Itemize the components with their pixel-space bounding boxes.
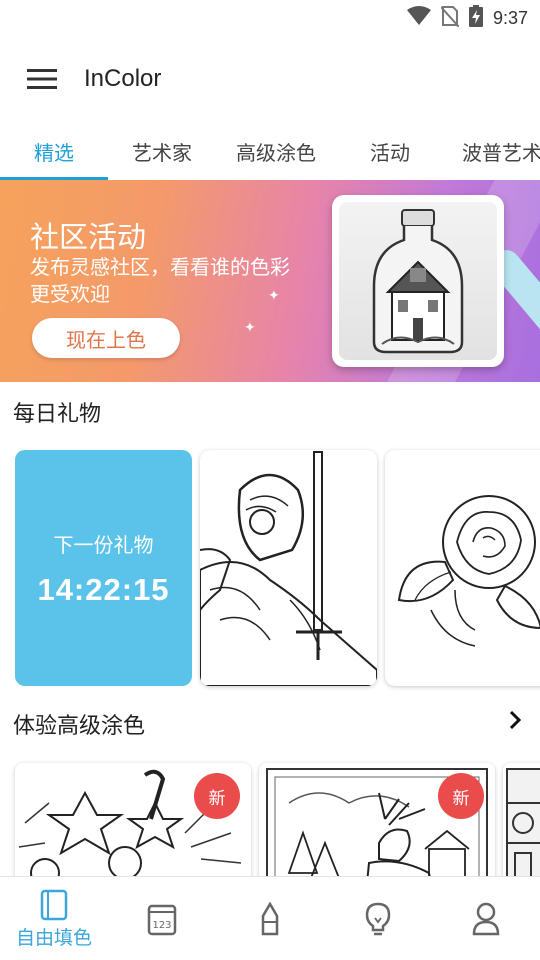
tab-artists[interactable]: 艺术家 xyxy=(108,122,216,180)
gift-artwork-rose[interactable] xyxy=(385,450,540,686)
number-book-icon: 123 xyxy=(147,904,177,936)
banner-subtitle: 发布灵感社区，看看谁的色彩更受欢迎 xyxy=(30,255,290,306)
nav-profile[interactable] xyxy=(432,877,540,960)
svg-text:123: 123 xyxy=(152,920,171,931)
next-gift-label: 下一份礼物 xyxy=(53,532,154,557)
category-tabs: 精选 艺术家 高级涂色 活动 波普艺术 xyxy=(0,122,540,180)
daily-gift-title: 每日礼物 xyxy=(13,402,102,427)
tab-premium-coloring[interactable]: 高级涂色 xyxy=(216,122,336,180)
bottom-navigation: 自由填色 123 xyxy=(0,876,540,960)
nav-free-coloring-label: 自由填色 xyxy=(15,926,92,949)
premium-section-title: 体验高级涂色 xyxy=(13,714,146,739)
next-gift-countdown[interactable]: 下一份礼物 14:22:15 xyxy=(15,450,192,686)
community-event-banner[interactable]: 社区活动 发布灵感社区，看看谁的色彩更受欢迎 现在上色 ✦ ✦ ✦ xyxy=(0,180,540,382)
app-title: InColor xyxy=(84,65,162,92)
app-bar: InColor xyxy=(0,36,540,122)
clock: 9:37 xyxy=(492,7,528,28)
knight-illustration xyxy=(200,451,377,686)
house-in-bottle-illustration xyxy=(372,209,464,354)
gift-artwork-knight[interactable] xyxy=(200,450,377,686)
wifi-icon xyxy=(406,6,431,30)
new-badge: 新 xyxy=(194,773,240,819)
crayon-icon xyxy=(261,902,279,936)
hamburger-icon xyxy=(27,69,57,89)
tab-pop-art[interactable]: 波普艺术 xyxy=(444,122,540,180)
banner-artwork xyxy=(332,195,504,367)
battery-charging-icon xyxy=(468,5,483,31)
color-now-button[interactable]: 现在上色 xyxy=(32,318,180,358)
tab-events[interactable]: 活动 xyxy=(336,122,444,180)
see-more-button[interactable] xyxy=(508,710,522,734)
nav-crayon[interactable] xyxy=(216,877,324,960)
chevron-right-icon xyxy=(509,710,522,730)
sparkle-icon: ✦ xyxy=(244,320,256,336)
lightbulb-icon xyxy=(365,902,391,936)
book-icon xyxy=(40,889,68,920)
status-bar: 9:37 xyxy=(0,0,540,36)
nav-inspiration[interactable] xyxy=(324,877,432,960)
nav-free-coloring[interactable]: 自由填色 xyxy=(0,877,108,960)
nav-color-by-number[interactable]: 123 xyxy=(108,877,216,960)
person-icon xyxy=(472,902,500,936)
tab-featured[interactable]: 精选 xyxy=(0,122,108,180)
menu-button[interactable] xyxy=(0,36,84,122)
countdown-timer: 14:22:15 xyxy=(37,571,170,607)
sparkle-icon: ✦ xyxy=(268,288,280,304)
no-sim-icon xyxy=(440,5,460,31)
rose-illustration xyxy=(397,495,540,647)
new-badge: 新 xyxy=(438,773,484,819)
banner-title: 社区活动 xyxy=(30,220,147,254)
